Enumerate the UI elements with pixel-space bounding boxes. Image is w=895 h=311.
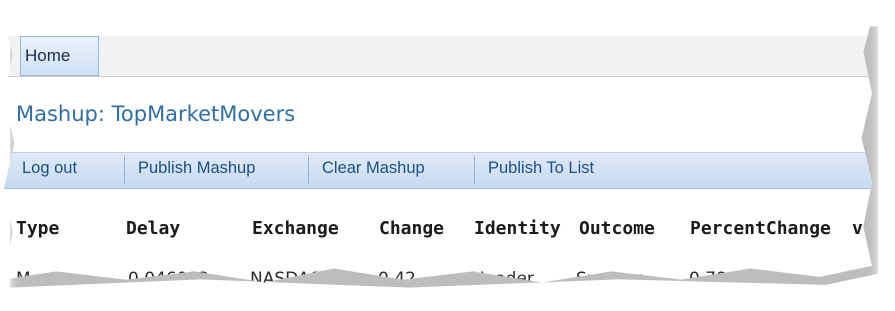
clear-mashup-button[interactable]: Clear Mashup [322, 159, 425, 178]
publish-mashup-button[interactable]: Publish Mashup [138, 159, 255, 178]
log-out-button[interactable]: Log out [22, 159, 77, 178]
page-title: Mashup: TopMarketMovers [16, 102, 296, 126]
action-toolbar [4, 152, 872, 189]
column-header-delay: Delay [126, 218, 181, 239]
column-header-identity: Identity [474, 218, 561, 239]
column-header-outcome: Outcome [579, 218, 655, 239]
publish-to-list-button[interactable]: Publish To List [488, 159, 594, 178]
toolbar-separator [124, 156, 125, 184]
tab-home[interactable]: Home [20, 36, 99, 76]
column-header-exchange: Exchange [252, 218, 339, 239]
top-nav-bar [4, 36, 872, 77]
column-header-change: Change [379, 218, 445, 239]
toolbar-separator [308, 156, 309, 184]
column-header-percentchange: PercentChange [690, 218, 831, 239]
column-header-type: Type [16, 218, 60, 239]
toolbar-separator [474, 156, 475, 184]
column-header-v: v [852, 218, 863, 239]
torn-paper-screenshot: Home Mashup: TopMarketMovers Log out Pub… [4, 10, 872, 283]
